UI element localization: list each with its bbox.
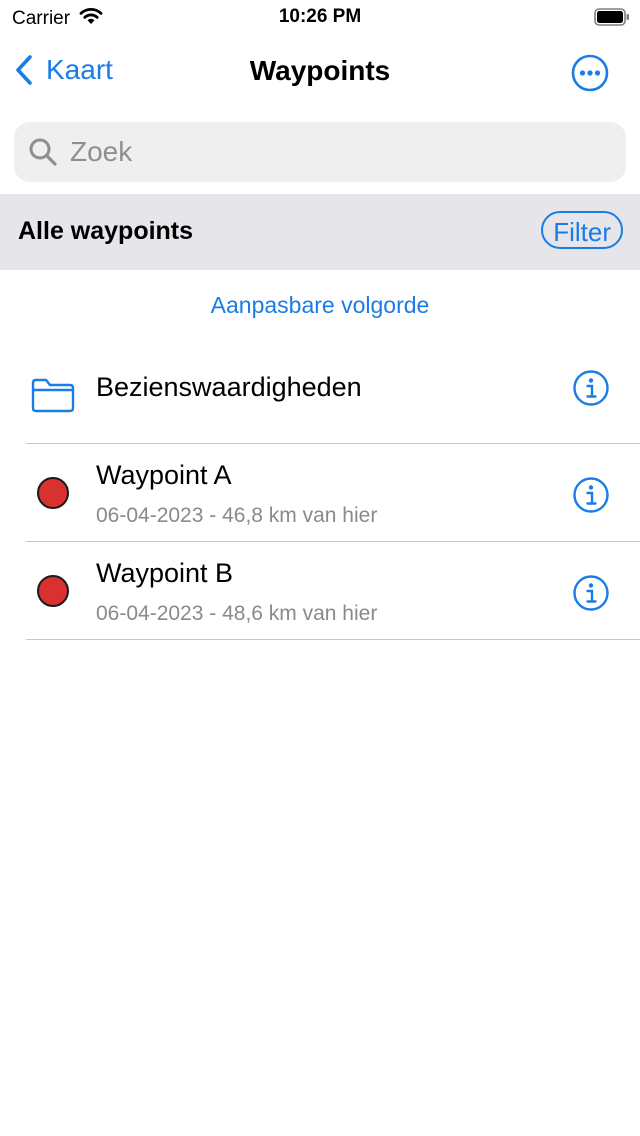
waypoint-color-dot [37,477,69,509]
waypoint-color-dot [37,575,69,607]
info-icon [573,575,609,611]
row-divider [26,639,640,640]
search-bar[interactable] [14,122,626,182]
page-title: Waypoints [249,55,391,86]
info-icon [573,477,609,513]
sort-order-link[interactable]: Aanpasbare volgorde [0,292,640,319]
more-options-button[interactable] [570,53,610,93]
battery-icon [594,8,630,26]
list-item-waypoint[interactable]: Waypoint B 06-04-2023 - 48,6 km van hier [0,542,640,640]
navigation-bar: Kaart Waypoints [0,36,640,108]
waypoint-detail: 06-04-2023 - 46,8 km van hier [96,504,378,527]
section-title: Alle waypoints [18,217,194,245]
folder-name: Bezienswaardigheden [96,372,362,402]
search-input[interactable] [68,135,592,169]
waypoint-marker-icon [26,542,80,640]
waypoint-name: Waypoint B [96,558,234,588]
info-button[interactable] [572,476,610,514]
list-item-waypoint[interactable]: Waypoint A 06-04-2023 - 46,8 km van hier [0,444,640,542]
search-icon [29,138,57,166]
status-bar: Carrier 10:26 PM [0,0,640,36]
ellipsis-circle-icon [571,54,609,92]
info-icon [573,370,609,406]
waypoint-name: Waypoint A [96,460,232,490]
waypoint-detail: 06-04-2023 - 48,6 km van hier [96,602,378,625]
waypoint-list: Bezienswaardigheden Waypoint A 06-04-202… [0,346,640,640]
info-button[interactable] [572,574,610,612]
info-button[interactable] [572,369,610,407]
list-item-folder[interactable]: Bezienswaardigheden [0,346,640,444]
section-header: Alle waypoints Filter [0,194,640,270]
filter-button[interactable]: Filter [541,211,623,249]
folder-icon [26,346,80,444]
waypoint-marker-icon [26,444,80,542]
status-time: 10:26 PM [278,6,362,27]
